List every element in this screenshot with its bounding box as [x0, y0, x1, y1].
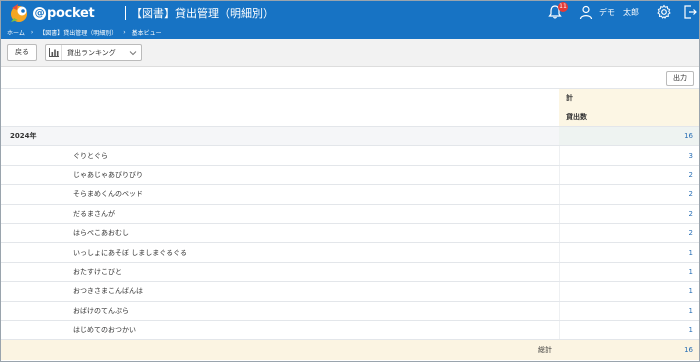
grand-total-row: 総計 16 [1, 340, 699, 360]
view-icon-box [46, 45, 62, 60]
book-title: おつきさまこんばんは [73, 287, 143, 296]
app-logo[interactable]: @ pocket [9, 2, 95, 24]
loan-count-value[interactable]: 2 [559, 223, 699, 243]
table-row: おたすけこびと 1 [1, 262, 699, 283]
table-row: だるまさんが 2 [1, 204, 699, 224]
table-row: ぐりとぐら 3 [1, 146, 699, 166]
breadcrumb-separator: › [123, 28, 126, 36]
table-row: おばけのてんぷら 1 [1, 301, 699, 321]
back-button[interactable]: 戻る [7, 44, 37, 61]
breadcrumb-loan-management[interactable]: 【図書】貸出管理（明細別） [39, 28, 117, 37]
export-button[interactable]: 出力 [666, 71, 694, 86]
breadcrumb-basic-view: 基本ビュー [131, 29, 162, 37]
logo-bird-icon [11, 4, 27, 22]
column-header-loan-count: 貸出数 [559, 107, 699, 126]
toolbar: 戻る 貸出ランキング [1, 39, 699, 67]
bar-chart-icon [48, 48, 59, 57]
table-header-measure-row: 貸出数 [1, 107, 699, 127]
book-title: はじめてのおつかい [73, 326, 136, 335]
app-header: @ pocket 【図書】貸出管理（明細別） 11 デモ 太郎 [1, 1, 699, 25]
view-select-value: 貸出ランキング [67, 49, 116, 57]
loan-count-value[interactable]: 1 [559, 282, 699, 301]
breadcrumb: ホーム › 【図書】貸出管理（明細別） › 基本ビュー [1, 25, 699, 39]
table-row: そらまめくんのベッド 2 [1, 185, 699, 205]
gear-icon[interactable] [656, 4, 672, 20]
notification-badge: 11 [558, 2, 568, 12]
loan-count-value[interactable]: 3 [559, 146, 699, 165]
year-label: 2024年 [10, 132, 37, 141]
loan-count-value[interactable]: 1 [559, 262, 699, 282]
user-name[interactable]: デモ 太郎 [599, 7, 639, 18]
breadcrumb-home[interactable]: ホーム [7, 28, 25, 37]
logout-icon[interactable] [682, 4, 698, 20]
table-row: はじめてのおつかい 1 [1, 320, 699, 341]
title-divider [125, 6, 126, 20]
table-row: はらぺこあおむし 2 [1, 223, 699, 244]
book-title: そらまめくんのベッド [73, 190, 143, 199]
loan-count-value[interactable]: 2 [559, 165, 699, 185]
book-title: おたすけこびと [73, 267, 122, 276]
chevron-down-icon [129, 51, 137, 56]
grand-total-label: 総計 [538, 345, 552, 354]
table-row: いっしょにあそぼ しましまぐるぐる 1 [1, 243, 699, 263]
book-title: ぐりとぐら [73, 151, 108, 160]
book-title: おばけのてんぷら [73, 306, 129, 315]
page-title: 【図書】貸出管理（明細別） [131, 7, 274, 20]
book-title: いっしょにあそぼ しましまぐるぐる [73, 248, 187, 257]
breadcrumb-separator: › [30, 28, 34, 36]
year-group-row: 2024年 16 [1, 127, 699, 147]
loan-count-value[interactable]: 2 [559, 185, 699, 204]
column-header-total: 計 [559, 89, 699, 108]
grand-total-value[interactable]: 16 [559, 340, 699, 360]
loan-count-value[interactable]: 2 [559, 204, 699, 223]
loan-ranking-table: 計 貸出数 2024年 16 ぐりとぐら 3 じゃあじゃあびりびり 2 そらまめ… [1, 88, 699, 360]
loan-count-value[interactable]: 1 [559, 301, 699, 320]
table-row: おつきさまこんばんは 1 [1, 282, 699, 302]
book-title: じゃあじゃあびりびり [73, 170, 143, 179]
loan-count-value[interactable]: 1 [559, 243, 699, 262]
book-title: はらぺこあおむし [73, 229, 129, 238]
view-select[interactable]: 貸出ランキング [45, 44, 142, 61]
table-header-group-row: 計 [1, 88, 699, 108]
logo-text: @ pocket [33, 5, 95, 21]
loan-count-value[interactable]: 1 [559, 320, 699, 340]
book-title: だるまさんが [73, 209, 115, 218]
year-total-value[interactable]: 16 [559, 127, 699, 146]
table-row: じゃあじゃあびりびり 2 [1, 165, 699, 186]
user-icon[interactable] [578, 4, 594, 20]
